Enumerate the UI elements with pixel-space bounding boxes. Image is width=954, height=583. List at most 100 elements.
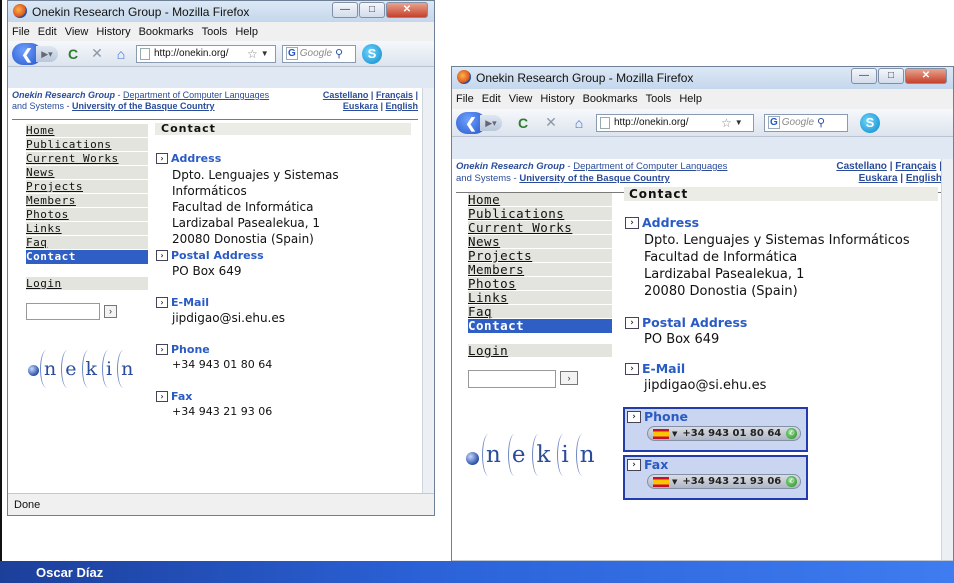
nav-current-works[interactable]: Current Works <box>468 221 612 234</box>
menu-help[interactable]: Help <box>235 26 258 38</box>
menu-tools[interactable]: Tools <box>202 26 228 38</box>
university-link[interactable]: University of the Basque Country <box>519 173 669 184</box>
email-line[interactable]: jipdigao@si.ehu.es <box>625 378 925 393</box>
login-submit-button[interactable]: › <box>104 305 117 318</box>
title-bar[interactable]: Onekin Research Group - Mozilla Firefox … <box>452 67 953 89</box>
expand-arrow-icon[interactable]: › <box>625 216 639 229</box>
login-input[interactable] <box>468 370 556 388</box>
reload-icon[interactable]: C <box>514 115 532 131</box>
department-link[interactable]: Department of Computer Languages <box>573 161 727 172</box>
nav-home[interactable]: Home <box>468 193 612 206</box>
expand-arrow-icon[interactable]: › <box>625 362 639 375</box>
nav-contact[interactable]: Contact <box>26 250 148 264</box>
expand-arrow-icon[interactable]: › <box>156 391 168 402</box>
lang-francais-link[interactable]: Français <box>376 90 413 100</box>
expand-arrow-icon[interactable]: › <box>627 410 641 423</box>
search-icon[interactable]: ⚲ <box>817 116 825 129</box>
nav-news[interactable]: News <box>468 235 612 248</box>
menu-tools[interactable]: Tools <box>646 93 672 105</box>
nav-photos[interactable]: Photos <box>26 208 148 221</box>
country-dropdown-icon[interactable]: ▼ <box>672 478 677 486</box>
nav-news[interactable]: News <box>26 166 148 179</box>
minimize-button[interactable]: — <box>332 2 358 18</box>
url-bar[interactable]: http://onekin.org/ ☆ ▼ <box>136 44 276 63</box>
menu-view[interactable]: View <box>509 93 533 105</box>
vertical-scrollbar[interactable] <box>941 159 953 561</box>
maximize-button[interactable]: □ <box>359 2 385 18</box>
bookmark-star-icon[interactable]: ☆ <box>247 47 258 61</box>
search-box[interactable]: G Google ⚲ <box>282 44 356 63</box>
title-bar[interactable]: Onekin Research Group - Mozilla Firefox … <box>8 1 434 22</box>
nav-links[interactable]: Links <box>26 222 148 235</box>
email-line[interactable]: jipdigao@si.ehu.es <box>156 311 406 325</box>
lang-english-link[interactable]: English <box>385 101 418 111</box>
nav-contact[interactable]: Contact <box>468 319 612 333</box>
lang-francais-link[interactable]: Français <box>895 161 936 172</box>
url-dropdown-icon[interactable]: ▼ <box>261 49 269 58</box>
menu-bookmarks[interactable]: Bookmarks <box>583 93 638 105</box>
search-box[interactable]: G Google ⚲ <box>764 113 848 132</box>
login-input[interactable] <box>26 303 100 320</box>
vertical-scrollbar[interactable] <box>422 88 434 493</box>
department-link[interactable]: Department of Computer Languages <box>123 90 269 100</box>
lang-castellano-link[interactable]: Castellano <box>836 161 887 172</box>
login-link[interactable]: Login <box>26 277 148 290</box>
expand-arrow-icon[interactable]: › <box>627 458 641 471</box>
expand-arrow-icon[interactable]: › <box>156 297 168 308</box>
stop-icon[interactable]: ✕ <box>88 45 106 62</box>
menu-file[interactable]: File <box>12 26 30 38</box>
nav-publications[interactable]: Publications <box>468 207 612 220</box>
nav-links[interactable]: Links <box>468 291 612 304</box>
lang-euskara-link[interactable]: Euskara <box>343 101 378 111</box>
google-icon[interactable]: G <box>286 47 298 60</box>
call-icon[interactable]: ✆ <box>786 428 798 439</box>
google-icon[interactable]: G <box>768 116 780 129</box>
menu-view[interactable]: View <box>65 26 89 38</box>
lang-castellano-link[interactable]: Castellano <box>323 90 369 100</box>
menu-file[interactable]: File <box>456 93 474 105</box>
menu-history[interactable]: History <box>540 93 574 105</box>
menu-history[interactable]: History <box>96 26 130 38</box>
expand-arrow-icon[interactable]: › <box>156 344 168 355</box>
nav-projects[interactable]: Projects <box>468 249 612 262</box>
home-icon[interactable]: ⌂ <box>112 46 130 62</box>
menu-help[interactable]: Help <box>679 93 702 105</box>
expand-arrow-icon[interactable]: › <box>625 316 639 329</box>
nav-faq[interactable]: Faq <box>26 236 148 249</box>
maximize-button[interactable]: □ <box>878 68 904 84</box>
nav-home[interactable]: Home <box>26 124 148 137</box>
close-button[interactable]: ✕ <box>386 2 428 18</box>
login-submit-button[interactable]: › <box>560 371 578 385</box>
nav-faq[interactable]: Faq <box>468 305 612 318</box>
country-dropdown-icon[interactable]: ▼ <box>672 430 677 438</box>
nav-current-works[interactable]: Current Works <box>26 152 148 165</box>
call-icon[interactable]: ✆ <box>786 476 798 487</box>
lang-euskara-link[interactable]: Euskara <box>859 173 898 184</box>
search-icon[interactable]: ⚲ <box>335 47 343 60</box>
minimize-button[interactable]: — <box>851 68 877 84</box>
menu-bookmarks[interactable]: Bookmarks <box>139 26 194 38</box>
skype-icon[interactable]: S <box>860 112 880 133</box>
url-dropdown-icon[interactable]: ▼ <box>735 118 743 127</box>
nav-photos[interactable]: Photos <box>468 277 612 290</box>
login-link[interactable]: Login <box>468 344 612 357</box>
stop-icon[interactable]: ✕ <box>542 114 560 131</box>
phone-call-widget[interactable]: ▼ +34 943 01 80 64 ✆ <box>647 426 802 441</box>
reload-icon[interactable]: C <box>64 46 82 62</box>
lang-english-link[interactable]: English <box>906 173 941 184</box>
close-button[interactable]: ✕ <box>905 68 947 84</box>
bookmark-star-icon[interactable]: ☆ <box>721 116 732 130</box>
forward-button[interactable]: ▶▾ <box>36 45 58 62</box>
expand-arrow-icon[interactable]: › <box>156 250 168 261</box>
url-bar[interactable]: http://onekin.org/ ☆ ▼ <box>596 113 754 132</box>
skype-icon[interactable]: S <box>362 43 382 64</box>
university-link[interactable]: University of the Basque Country <box>72 101 215 111</box>
menu-edit[interactable]: Edit <box>38 26 57 38</box>
nav-members[interactable]: Members <box>468 263 612 276</box>
menu-edit[interactable]: Edit <box>482 93 501 105</box>
nav-members[interactable]: Members <box>26 194 148 207</box>
home-icon[interactable]: ⌂ <box>570 115 588 131</box>
forward-button[interactable]: ▶▾ <box>480 114 502 131</box>
nav-publications[interactable]: Publications <box>26 138 148 151</box>
fax-call-widget[interactable]: ▼ +34 943 21 93 06 ✆ <box>647 474 802 489</box>
